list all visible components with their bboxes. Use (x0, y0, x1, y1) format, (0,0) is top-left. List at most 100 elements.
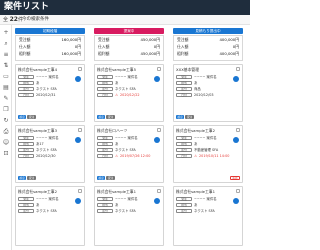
field-label: 区分 (176, 208, 192, 213)
field-value: ⚠ 2019/07/26 12:00 (115, 153, 151, 158)
card-icon[interactable]: ▭ (2, 73, 10, 81)
field-label: 担当 (176, 80, 192, 85)
card-field: 受注 −−−− 案件名 (176, 74, 217, 79)
field-value: −−−− 案件名 (194, 197, 217, 201)
card-field: 区分 ネクスト SFA (18, 86, 57, 91)
card-field: 受注 −−−− 案件名 (18, 135, 59, 140)
print-icon[interactable]: ⎙ (2, 128, 10, 136)
card-field: 担当あ (18, 80, 39, 85)
deal-card[interactable]: 株式会社sample工事5 受注 −−−− 案件名 担当あ区分 ネクスト SFA 日付 ⚠ 2… (94, 64, 164, 122)
summary-value: 0円 (232, 44, 239, 49)
card-field: 区分 不動産管理 SFA (176, 147, 218, 152)
field-label: 受注 (18, 196, 34, 201)
card-field: 担当 あ17 (18, 141, 44, 146)
card-field: 担当あ (176, 141, 197, 146)
card-title[interactable]: 株式会社sample工事3 (18, 128, 57, 133)
field-value: −−−− 案件名 (115, 75, 138, 79)
status-badge: 受注 (185, 115, 194, 119)
deal-card[interactable]: 株式会社sample工事2 受注 −−−− 案件名 担当あ区分 不動産管理 SFA 日付 ⚠… (173, 125, 243, 183)
assignee-avatar (75, 76, 81, 82)
field-label: 区分 (18, 86, 34, 91)
card-title[interactable]: 株式会社sample工事2 (18, 189, 57, 194)
card-menu-icon[interactable] (236, 189, 240, 193)
card-field: 担当あ (97, 202, 118, 207)
field-value: 2020/12/03 (194, 92, 214, 97)
assignee-avatar (233, 137, 239, 143)
field-label: 担当 (18, 141, 34, 146)
summary-label: 受注額 (98, 37, 110, 42)
card-menu-icon[interactable] (236, 67, 240, 71)
field-value: 2020/12/31 (36, 92, 56, 97)
card-menu-icon[interactable] (78, 67, 82, 71)
field-value: あ (36, 203, 40, 207)
card-field: 区分 ネクスト SFA (18, 208, 57, 213)
card-title[interactable]: 株式会社sample工事2 (176, 128, 215, 133)
field-value: あ (115, 81, 119, 85)
card-menu-icon[interactable] (78, 189, 82, 193)
summary-row: 受注額 400,000円 (174, 36, 242, 43)
summary-label: 粗利額 (19, 51, 31, 56)
card-menu-icon[interactable] (157, 67, 161, 71)
assignee-avatar (154, 76, 160, 82)
assignee-avatar (154, 137, 160, 143)
summary-value: 160,000円 (61, 51, 82, 56)
summary-row: 粗利額 160,000円 (16, 50, 84, 57)
cart-icon[interactable]: ⊡ (2, 150, 10, 158)
field-value: あ (36, 81, 40, 85)
status-badge: 確度 (97, 115, 106, 119)
card-field: 区分 ネクスト SFA (97, 208, 136, 213)
deal-card[interactable]: 株式会社sample工事3 受注 −−−− 案件名 担当 あ17 区分 ネクスト SFA 日付… (15, 125, 85, 183)
field-label: 区分 (176, 147, 192, 152)
card-title[interactable]: 株式会社ロハーツ (97, 128, 127, 133)
summary-value: 450,000円 (140, 51, 161, 56)
folder-icon[interactable]: ▤ (2, 84, 10, 92)
field-value: あ (115, 142, 119, 146)
deal-card[interactable]: 株式会社sample工事1 受注 −−−− 案件名 担当あ区分 ネクスト SFA (173, 186, 243, 246)
refresh-icon[interactable]: ↻ (2, 117, 10, 125)
deal-card[interactable]: XXX基本管理 受注 −−−− 案件名 担当あ区分 商品 日付 2020/12/03 確度 受注 (173, 64, 243, 122)
field-label: 区分 (97, 86, 113, 91)
assignee-avatar (233, 198, 239, 204)
card-title[interactable]: XXX基本管理 (176, 67, 199, 72)
field-value: −−−− 案件名 (36, 197, 59, 201)
sort-icon[interactable]: ⇅ (2, 62, 10, 70)
deal-card[interactable]: 株式会社sample工事1 受注 −−−− 案件名 担当あ区分 ネクスト SFA (94, 186, 164, 246)
edit-icon[interactable]: ✎ (2, 95, 10, 103)
users-icon[interactable]: ☺ (2, 139, 10, 147)
card-menu-icon[interactable] (157, 189, 161, 193)
lane-summary: 受注額 400,000円 仕入額 0円粗利額 400,000円 (173, 35, 243, 61)
search-icon[interactable]: ⌕ (2, 40, 10, 48)
card-menu-icon[interactable] (236, 128, 240, 132)
deal-card[interactable]: 株式会社sample工事2 受注 −−−− 案件名 担当あ区分 ネクスト SFA (15, 186, 85, 246)
summary-label: 受注額 (177, 37, 189, 42)
card-title[interactable]: 株式会社sample工事4 (18, 67, 57, 72)
card-field: 受注 −−−− 案件名 (97, 196, 138, 201)
plus-icon[interactable]: + (2, 29, 10, 37)
card-title[interactable]: 株式会社sample工事5 (97, 67, 136, 72)
current-search-condition[interactable]: 今の検索条件 (22, 17, 49, 23)
card-field: 区分 ネクスト SFA (18, 147, 57, 152)
deal-card[interactable]: 株式会社ロハーツ 受注 −−−− 案件名 担当あ区分 ネクスト SFA 日付 ⚠ 2019/0… (94, 125, 164, 183)
list-icon[interactable]: ≡ (2, 51, 10, 59)
summary-value: 400,000円 (219, 37, 240, 42)
card-field: 日付 2020/12/31 (18, 92, 56, 97)
card-field: 受注 −−−− 案件名 (97, 135, 138, 140)
deal-card[interactable]: 株式会社sample工事4 受注 −−−− 案件名 担当あ区分 ネクスト SFA 日付 20… (15, 64, 85, 122)
summary-row: 粗利額 450,000円 (95, 50, 163, 57)
summary-label: 粗利額 (177, 51, 189, 56)
field-value: あ17 (36, 142, 44, 146)
card-tags: 確度 受注 (18, 115, 36, 119)
summary-label: 仕入額 (177, 44, 189, 49)
field-label: 区分 (18, 208, 34, 213)
card-field: 担当あ (176, 80, 197, 85)
card-menu-icon[interactable] (78, 128, 82, 132)
card-field: 担当あ (18, 202, 39, 207)
field-value: 2020/12/30 (36, 153, 56, 158)
card-field: 日付 2020/12/03 (176, 92, 214, 97)
card-title[interactable]: 株式会社sample工事1 (176, 189, 215, 194)
card-field: 区分 商品 (176, 86, 201, 91)
card-menu-icon[interactable] (157, 128, 161, 132)
card-field: 受注 −−−− 案件名 (18, 74, 59, 79)
card-title[interactable]: 株式会社sample工事1 (97, 189, 136, 194)
copy-icon[interactable]: ❐ (2, 106, 10, 114)
